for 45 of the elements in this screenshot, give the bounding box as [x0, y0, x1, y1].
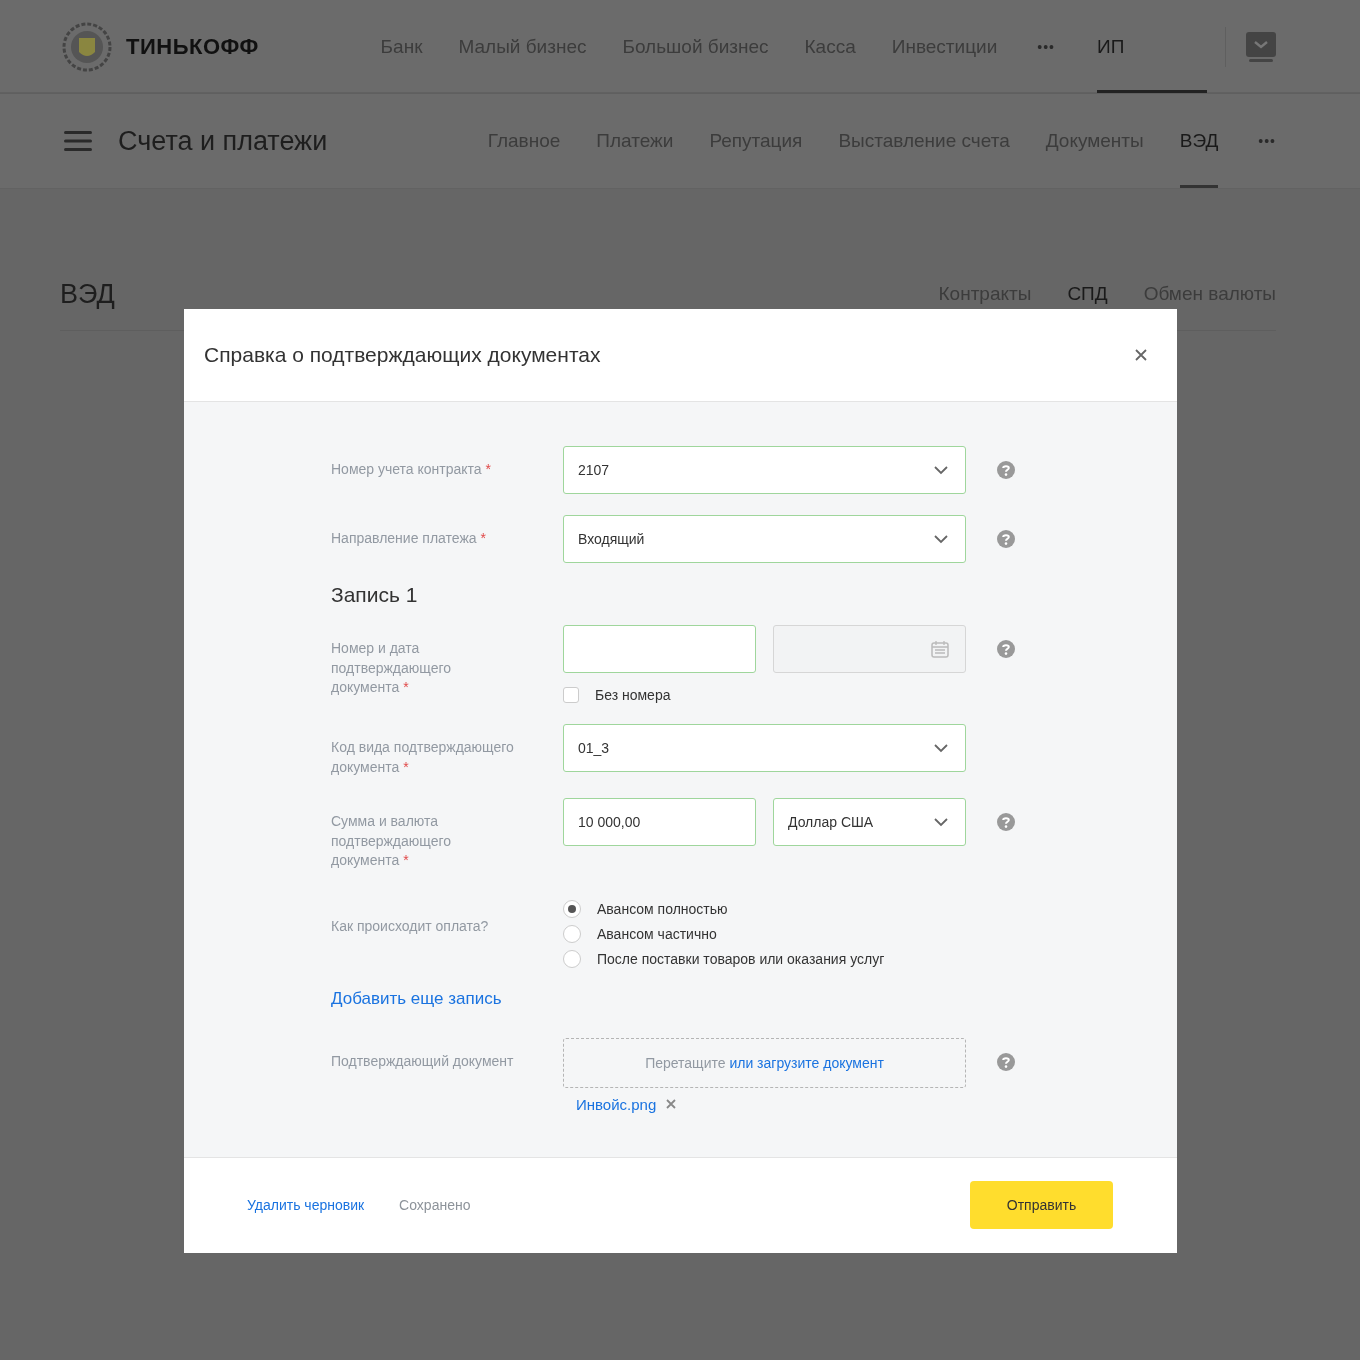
delete-draft-link[interactable]: Удалить черновик [247, 1197, 365, 1213]
submit-button[interactable]: Отправить [970, 1181, 1113, 1229]
calendar-icon [931, 640, 949, 658]
radio-label: Авансом частично [597, 925, 717, 942]
radio-button[interactable] [563, 924, 581, 943]
logo-text[interactable]: ТИНЬКОФФ [126, 33, 259, 60]
page-title: ВЭД [60, 278, 115, 310]
select-field[interactable]: Доллар США [773, 798, 966, 846]
radio-label: После поставки товаров или оказания услуг [597, 950, 885, 967]
field-label: Код вида подтверждающего документа * [331, 738, 515, 777]
field-label: Номер и дата подтверждающего документа * [331, 639, 453, 697]
section-heading: Запись 1 [331, 583, 419, 607]
more-menu[interactable]: ••• [1037, 38, 1055, 55]
emblem-icon [60, 21, 114, 72]
page-tab[interactable]: СПД [1067, 283, 1108, 305]
dialog-title: Справка о подтверждающих документах [204, 343, 601, 367]
radio-button[interactable] [563, 899, 581, 918]
select-field[interactable]: Входящий [563, 515, 966, 563]
field-label: Как происходит оплата? [331, 916, 490, 936]
amount-field[interactable]: 10 000,00 [563, 798, 756, 846]
add-record-link[interactable]: Добавить еще запись [331, 988, 502, 1008]
upload-dropzone[interactable]: Перетащите или загрузите документ [563, 1037, 966, 1088]
menu-icon [64, 130, 92, 152]
remove-button[interactable] [666, 1099, 677, 1109]
select-field[interactable]: 01_3 [563, 724, 966, 772]
select-field[interactable]: 2107 [563, 446, 966, 494]
number-field[interactable] [563, 625, 756, 673]
upload-link[interactable]: или загрузите документ [729, 1054, 884, 1071]
upload-hint: Перетащите или загрузите документ [645, 1054, 884, 1071]
section-title: Счета и платежи [118, 125, 328, 157]
field-label: Подтверждающий документ [331, 1051, 515, 1071]
checkbox-label: Без номера [595, 687, 671, 703]
more-menu[interactable]: ••• [1258, 133, 1276, 149]
close-icon [1135, 349, 1147, 361]
field-label: Направление платежа * [331, 529, 487, 548]
save-status: Сохранено [399, 1197, 471, 1213]
close-icon [666, 1099, 677, 1109]
radio-label: Авансом полностью [597, 900, 728, 917]
field-label: Номер учета контракта * [331, 460, 492, 479]
checkbox[interactable] [563, 687, 579, 703]
radio-button[interactable] [563, 949, 581, 968]
field-label: Сумма и валюта подтверждающего документа * [331, 812, 453, 870]
nav-tab[interactable]: ВЭД [1179, 94, 1219, 188]
file-link[interactable]: Инвойс.png [576, 1095, 657, 1113]
dropdown-icon [1246, 31, 1276, 62]
